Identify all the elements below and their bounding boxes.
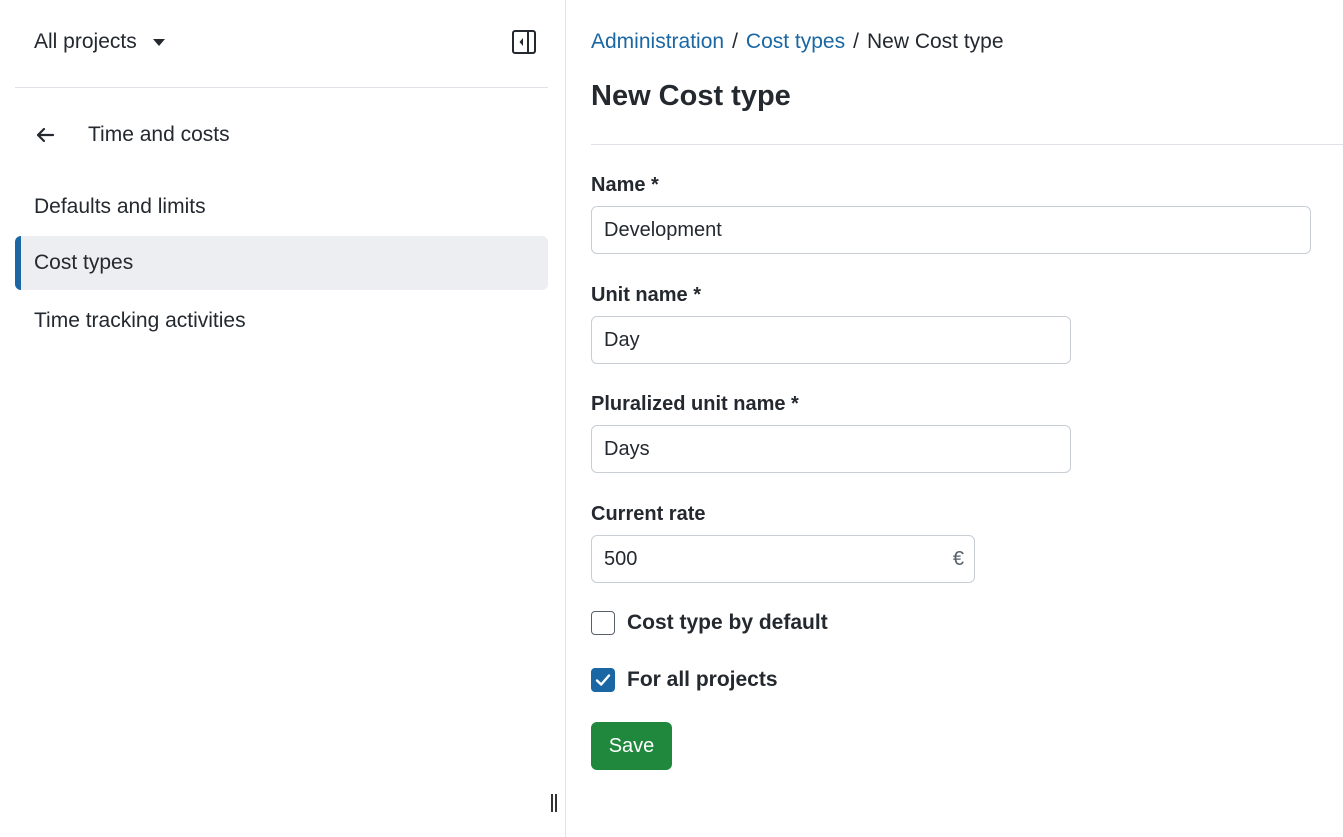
caret-down-icon	[152, 38, 165, 46]
page-title: New Cost type	[591, 80, 791, 112]
name-input[interactable]	[591, 206, 1311, 254]
cost-type-by-default-label: Cost type by default	[627, 611, 828, 634]
name-label: Name *	[591, 174, 659, 196]
sidebar: All projects Time and costs Defaults and…	[0, 0, 566, 837]
sidebar-item-label: Defaults and limits	[34, 195, 206, 218]
for-all-projects-label: For all projects	[627, 668, 778, 691]
back-link[interactable]: Time and costs	[34, 123, 230, 147]
project-selector-label: All projects	[34, 30, 137, 53]
sidebar-collapse-icon[interactable]	[511, 29, 537, 55]
arrow-left-icon	[36, 127, 55, 143]
unit-name-input[interactable]	[591, 316, 1071, 364]
cost-type-by-default-checkbox-row[interactable]: Cost type by default	[591, 611, 828, 635]
for-all-projects-checkbox-row[interactable]: For all projects	[591, 668, 778, 692]
current-rate-field: €	[591, 535, 975, 583]
breadcrumb-link-administration[interactable]: Administration	[591, 30, 724, 54]
breadcrumb-separator: /	[853, 30, 859, 53]
sidebar-item-time-tracking-activities[interactable]: Time tracking activities	[15, 294, 548, 348]
resize-handle-icon[interactable]	[551, 794, 559, 814]
back-link-label: Time and costs	[88, 123, 230, 146]
title-divider	[591, 144, 1343, 145]
sidebar-item-label: Cost types	[34, 251, 134, 274]
check-icon	[595, 674, 611, 686]
current-rate-input[interactable]	[592, 536, 932, 582]
sidebar-header: All projects	[15, 0, 548, 88]
unit-name-label: Unit name *	[591, 284, 702, 306]
main-content: Administration / Cost types / New Cost t…	[567, 0, 1343, 837]
breadcrumb-separator: /	[732, 30, 738, 53]
breadcrumb-current: New Cost type	[866, 30, 1004, 53]
current-rate-label: Current rate	[591, 503, 706, 525]
sidebar-item-label: Time tracking activities	[34, 309, 246, 332]
project-selector[interactable]: All projects	[34, 30, 165, 54]
breadcrumb: Administration / Cost types / New Cost t…	[591, 30, 1004, 54]
currency-unit: €	[952, 548, 964, 570]
sidebar-item-cost-types[interactable]: Cost types	[15, 236, 548, 290]
plural-unit-name-input[interactable]	[591, 425, 1071, 473]
cost-type-by-default-checkbox[interactable]	[591, 611, 615, 635]
for-all-projects-checkbox[interactable]	[591, 668, 615, 692]
sidebar-item-defaults-and-limits[interactable]: Defaults and limits	[15, 180, 548, 234]
save-button[interactable]: Save	[591, 722, 672, 770]
breadcrumb-link-cost-types[interactable]: Cost types	[746, 30, 845, 54]
plural-unit-name-label: Pluralized unit name *	[591, 393, 799, 415]
